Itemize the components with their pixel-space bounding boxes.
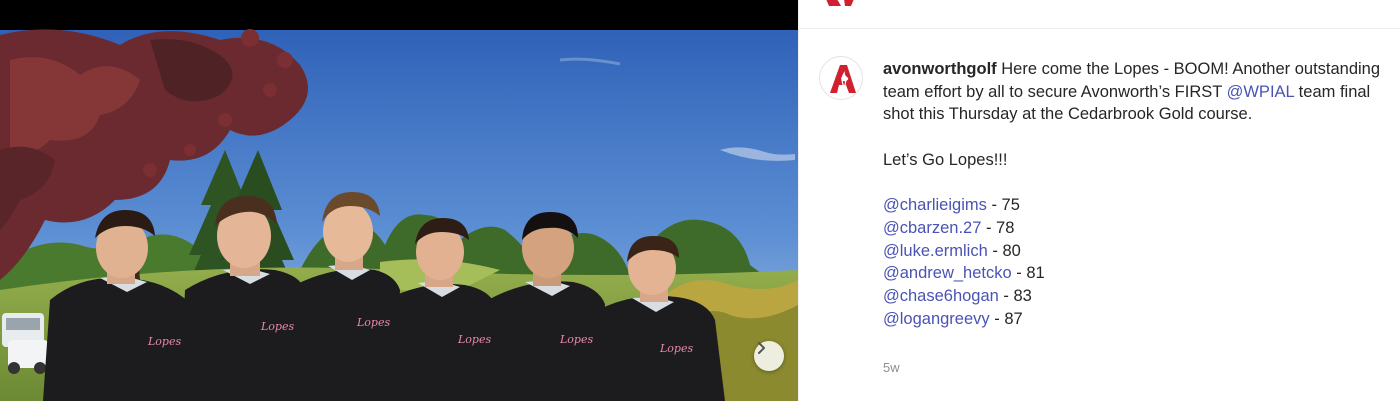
post-photo[interactable]: Lopes Lopes Lopes Lopes Lopes Lopes (0, 0, 798, 401)
hoodie-logo: Lopes (147, 335, 181, 348)
score-row: @logangreevy - 87 (883, 308, 1388, 331)
cheer-text: Let’s Go Lopes!!! (883, 150, 1008, 169)
username-link[interactable]: avonworthgolf (883, 60, 997, 78)
score-row: @andrew_hetcko - 81 (883, 262, 1388, 285)
score-value: - 75 (986, 196, 1020, 215)
mention-link[interactable]: @logangreevy (883, 310, 990, 328)
mention-link-wpial[interactable]: @WPIAL (1227, 83, 1294, 101)
post-caption: avonworthgolf Here come the Lopes - BOOM… (883, 58, 1388, 330)
mention-link[interactable]: @cbarzen.27 (883, 219, 981, 237)
post-details-panel: avonworthgolf Here come the Lopes - BOOM… (798, 0, 1400, 401)
mention-link[interactable]: @andrew_hetcko (883, 264, 1012, 282)
score-value: - 81 (1011, 264, 1045, 283)
score-row: @luke.ermlich - 80 (883, 240, 1388, 263)
mention-link[interactable]: @chase6hogan (883, 287, 999, 305)
score-value: - 80 (987, 241, 1021, 260)
score-list: @charlieigims - 75 @cbarzen.27 - 78 @luk… (883, 194, 1388, 330)
post-timestamp[interactable]: 5w (883, 360, 900, 375)
hoodie-logo: Lopes (659, 342, 693, 355)
hoodie-logo: Lopes (356, 316, 390, 329)
score-value: - 78 (981, 218, 1015, 237)
mention-link[interactable]: @charlieigims (883, 196, 987, 214)
score-row: @cbarzen.27 - 78 (883, 217, 1388, 240)
score-row: @chase6hogan - 83 (883, 285, 1388, 308)
avonworth-logo-icon (826, 0, 854, 6)
carousel-next-button[interactable] (754, 341, 784, 371)
team-photo-illustration: Lopes Lopes Lopes Lopes Lopes Lopes (0, 0, 798, 401)
hoodie-logo: Lopes (260, 320, 294, 333)
score-row: @charlieigims - 75 (883, 194, 1388, 217)
score-value: - 83 (998, 287, 1032, 305)
avatar[interactable] (819, 56, 863, 100)
header-strip (799, 0, 1400, 29)
score-value: - 87 (989, 309, 1023, 328)
hoodie-logo: Lopes (457, 333, 491, 346)
hoodie-logo: Lopes (559, 333, 593, 346)
chevron-right-icon (758, 342, 765, 354)
mention-link[interactable]: @luke.ermlich (883, 242, 988, 260)
avonworth-a-logo-icon (830, 65, 856, 93)
